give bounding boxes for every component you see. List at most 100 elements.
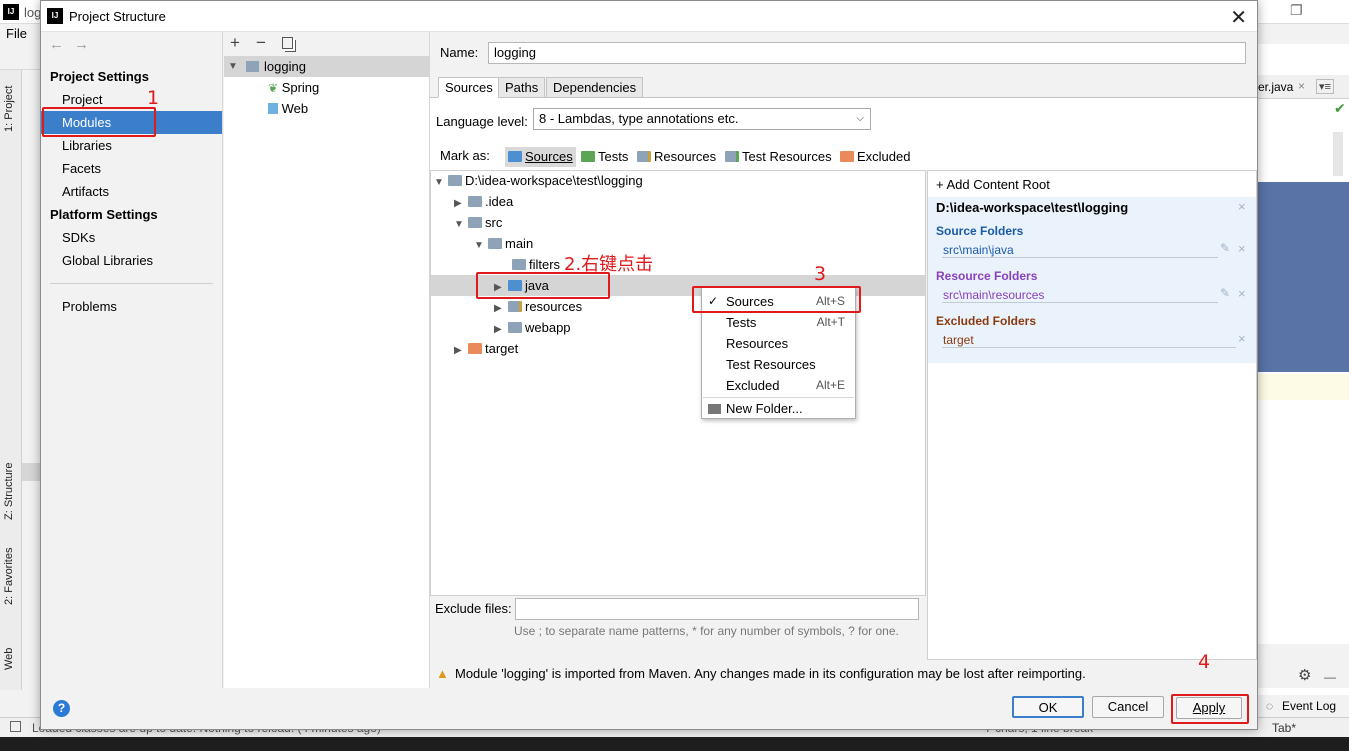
event-log-link[interactable]: Event Log — [1282, 699, 1336, 713]
menu-file[interactable]: File — [6, 26, 27, 41]
back-arrow-icon[interactable]: ← — [49, 36, 64, 53]
tree-row-webapp[interactable]: ▶ webapp — [494, 317, 571, 338]
event-log-icon: ◌ — [1266, 699, 1274, 713]
nav-item-sdks[interactable]: SDKs — [41, 226, 222, 249]
resource-folder-path: src\main\resources — [943, 288, 1045, 302]
menu-item-excluded[interactable]: Excluded Alt+E — [702, 375, 855, 396]
modules-toolbar: + − — [224, 32, 429, 56]
gear-icon[interactable]: ⚙ — [1298, 666, 1311, 684]
nav-item-problems[interactable]: Problems — [41, 295, 222, 318]
nav-item-artifacts[interactable]: Artifacts — [41, 180, 222, 203]
ok-button[interactable]: OK — [1012, 696, 1084, 718]
facet-row-spring[interactable]: ❦ Spring — [268, 77, 319, 98]
tab-paths[interactable]: Paths — [498, 77, 546, 98]
ide-left-tool-strip: 1: Project Z: Structure 2: Favorites Web — [0, 70, 22, 690]
chevron-right-icon[interactable]: ▶ — [454, 340, 468, 361]
tab-list-icon[interactable]: ▾≡ — [1316, 79, 1334, 94]
menu-item-sources[interactable]: ✓ Sources Alt+S — [702, 291, 855, 312]
mark-tests-button[interactable]: Tests — [581, 147, 628, 167]
add-content-root-button[interactable]: + Add Content Root — [936, 177, 1050, 192]
nav-item-project[interactable]: Project — [41, 88, 222, 111]
chevron-down-icon[interactable]: ▼ — [434, 172, 448, 193]
tree-row-resources[interactable]: ▶ resources — [494, 296, 582, 317]
copy-icon[interactable] — [282, 37, 293, 49]
tree-row-idea[interactable]: ▶ .idea — [454, 191, 513, 212]
tree-row-main[interactable]: ▼ main — [474, 233, 533, 254]
close-icon[interactable]: × — [1298, 79, 1305, 93]
tree-row-src[interactable]: ▼ src — [454, 212, 502, 233]
tab-structure[interactable]: Z: Structure — [3, 463, 15, 520]
tree-row-java[interactable]: ▶ java — [494, 275, 549, 296]
close-icon[interactable]: × — [1238, 286, 1246, 301]
tree-row-root[interactable]: ▼ D:\idea-workspace\test\logging — [434, 170, 643, 191]
nav-item-libraries[interactable]: Libraries — [41, 134, 222, 157]
menu-item-resources[interactable]: Resources — [702, 333, 855, 354]
minimize-icon[interactable]: — — [1324, 670, 1336, 684]
remove-icon[interactable]: − — [256, 33, 266, 53]
tab-project[interactable]: 1: Project — [3, 86, 15, 132]
help-button[interactable]: ? — [53, 700, 70, 717]
menu-item-test-resources[interactable]: Test Resources — [702, 354, 855, 375]
chevron-down-icon[interactable]: ⌵ — [856, 109, 864, 129]
name-field[interactable]: logging — [488, 42, 1246, 64]
tree-row-filters[interactable]: filters — [512, 254, 560, 275]
mark-sources-button[interactable]: Sources — [505, 147, 576, 167]
selection-highlight — [1258, 182, 1349, 372]
tab-web[interactable]: Web — [3, 648, 15, 670]
nav-item-global-libraries[interactable]: Global Libraries — [41, 249, 222, 272]
language-level-label: Language level: — [436, 114, 528, 129]
sources-folder-icon — [508, 151, 522, 162]
dialog-title: Project Structure — [69, 9, 166, 24]
tab-favorites[interactable]: 2: Favorites — [3, 548, 15, 605]
tree-row-target[interactable]: ▶ target — [454, 338, 518, 359]
editor-tab[interactable]: er.java — [1258, 80, 1293, 94]
menu-item-tests[interactable]: Tests Alt+T — [702, 312, 855, 333]
cancel-button[interactable]: Cancel — [1092, 696, 1164, 718]
underline — [942, 257, 1218, 258]
event-log-bar: ◌ Event Log — [1258, 695, 1349, 717]
ide-editor-fragment: er.java × ▾≡ ✔ ⚙ — — [1258, 44, 1349, 704]
check-icon: ✔ — [1334, 100, 1346, 116]
forward-arrow-icon[interactable]: → — [74, 36, 89, 53]
chevron-down-icon[interactable]: ▼ — [228, 56, 238, 77]
editor-tab-bar: er.java × ▾≡ — [1258, 75, 1349, 99]
chevron-right-icon[interactable]: ▶ — [494, 277, 508, 298]
add-icon[interactable]: + — [230, 33, 240, 53]
chevron-down-icon[interactable]: ▼ — [474, 235, 488, 256]
chevron-right-icon[interactable]: ▶ — [454, 193, 468, 214]
status-toggle-icon[interactable] — [10, 721, 21, 732]
tab-sources[interactable]: Sources — [438, 77, 500, 98]
module-row-logging[interactable]: ▼ logging — [224, 56, 429, 77]
new-folder-icon — [708, 404, 721, 414]
content-root-path: D:\idea-workspace\test\logging — [936, 200, 1129, 215]
menu-item-new-folder[interactable]: New Folder... — [702, 398, 855, 419]
windows-taskbar — [0, 737, 1349, 751]
dialog-title-bar: IJ Project Structure ✕ — [41, 1, 1257, 32]
tab-dependencies[interactable]: Dependencies — [546, 77, 644, 98]
mark-excluded-button[interactable]: Excluded — [840, 147, 910, 167]
chevron-right-icon[interactable]: ▶ — [494, 298, 508, 319]
edit-icon[interactable]: ✎ — [1220, 286, 1230, 300]
chevron-down-icon[interactable]: ▼ — [454, 214, 468, 235]
edit-icon[interactable]: ✎ — [1220, 241, 1230, 255]
nav-item-facets[interactable]: Facets — [41, 157, 222, 180]
resources-folder-icon — [508, 301, 522, 312]
mark-test-resources-button[interactable]: Test Resources — [725, 147, 832, 167]
intellij-logo-icon: IJ — [47, 8, 63, 24]
close-icon[interactable]: ✕ — [1230, 5, 1247, 30]
close-icon[interactable]: × — [1238, 331, 1246, 346]
chevron-right-icon[interactable]: ▶ — [494, 319, 508, 340]
indent-label[interactable]: Tab* — [1272, 721, 1296, 735]
scrollbar[interactable] — [1333, 132, 1343, 176]
language-level-select[interactable]: 8 - Lambdas, type annotations etc. ⌵ — [533, 108, 871, 130]
restore-icon[interactable]: ❐ — [1290, 2, 1303, 19]
apply-button[interactable]: Apply — [1176, 697, 1242, 719]
close-icon[interactable]: × — [1238, 241, 1246, 256]
check-icon: ✓ — [708, 294, 719, 308]
warning-text: Module 'logging' is imported from Maven.… — [455, 666, 1086, 681]
mark-resources-button[interactable]: Resources — [637, 147, 716, 167]
close-icon[interactable]: × — [1238, 199, 1246, 214]
facet-row-web[interactable]: Web — [268, 98, 308, 119]
nav-item-modules[interactable]: Modules — [41, 111, 222, 134]
exclude-files-field[interactable] — [515, 598, 919, 620]
